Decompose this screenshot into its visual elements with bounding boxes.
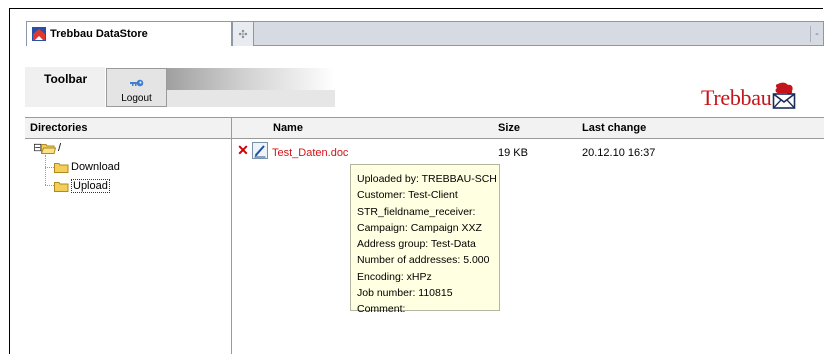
tooltip-line: Uploaded by: TREBBAU-SCH (357, 173, 497, 185)
column-header-name[interactable]: Name (273, 122, 303, 134)
pencil-icon (254, 145, 266, 158)
trebbau-logo: Trebbau (701, 82, 796, 110)
browser-tab-title: Trebbau DataStore (50, 28, 148, 40)
tooltip-line: STR_fieldname_receiver: (357, 205, 476, 218)
folder-open-icon (41, 143, 56, 154)
tree-connector (45, 155, 46, 185)
envelope-icon (773, 82, 796, 109)
tooltip-line: Number of addresses: 5.000 (357, 254, 490, 267)
column-header-last-change[interactable]: Last change (582, 122, 646, 134)
folder-icon (54, 162, 69, 173)
new-tab-button[interactable]: ✣ (232, 21, 254, 46)
logout-label: Logout (121, 93, 152, 104)
toolbar-title: Toolbar (44, 72, 88, 86)
files-header: Name Size Last change (231, 117, 824, 139)
tree-item-root[interactable]: ⊟ / (33, 142, 61, 154)
app-favicon-icon (32, 27, 46, 41)
file-last-change: 20.12.10 16:37 (582, 147, 656, 159)
tree-connector (45, 185, 54, 186)
tree-connector (45, 167, 54, 168)
file-info-tooltip: Uploaded by: TREBBAU-SCH Customer: Test-… (350, 164, 500, 315)
tree-item-upload[interactable]: Upload (54, 179, 110, 193)
collapse-toggle-icon[interactable]: ⊟ (33, 142, 42, 153)
toolbar-gradient (167, 68, 335, 90)
logout-button[interactable]: Logout (106, 68, 167, 107)
column-header-size[interactable]: Size (498, 122, 520, 134)
tooltip-line: Encoding: xHPz (357, 270, 432, 283)
delete-icon[interactable]: ✕ (236, 143, 250, 158)
tree-item-download[interactable]: Download (54, 161, 120, 173)
tooltip-line: Comment: (357, 303, 406, 316)
browser-tab[interactable]: Trebbau DataStore (26, 21, 232, 46)
browser-tab-strip: Trebbau DataStore ✣ - (26, 21, 824, 46)
edit-icon[interactable] (252, 142, 268, 159)
tree-item-label: Download (71, 161, 120, 173)
tab-list-button[interactable]: - (810, 26, 823, 42)
tree-item-label: / (58, 142, 62, 154)
directories-header: Directories (25, 117, 231, 139)
logo-text: Trebbau (701, 85, 772, 110)
key-icon (130, 79, 144, 87)
panel-divider[interactable] (231, 117, 232, 354)
tooltip-line: Campaign: Campaign XXZ (357, 221, 482, 234)
file-size: 19 KB (498, 147, 528, 159)
tooltip-line: Job number: 110815 (357, 287, 453, 300)
folder-icon (54, 181, 69, 192)
file-name-link[interactable]: Test_Daten.doc (272, 147, 348, 159)
tooltip-line: Customer: Test-Client (357, 189, 458, 202)
tooltip-line: Address group: Test-Data (357, 238, 476, 251)
toolbar-strip (167, 90, 335, 107)
tree-item-label: Upload (71, 179, 110, 193)
